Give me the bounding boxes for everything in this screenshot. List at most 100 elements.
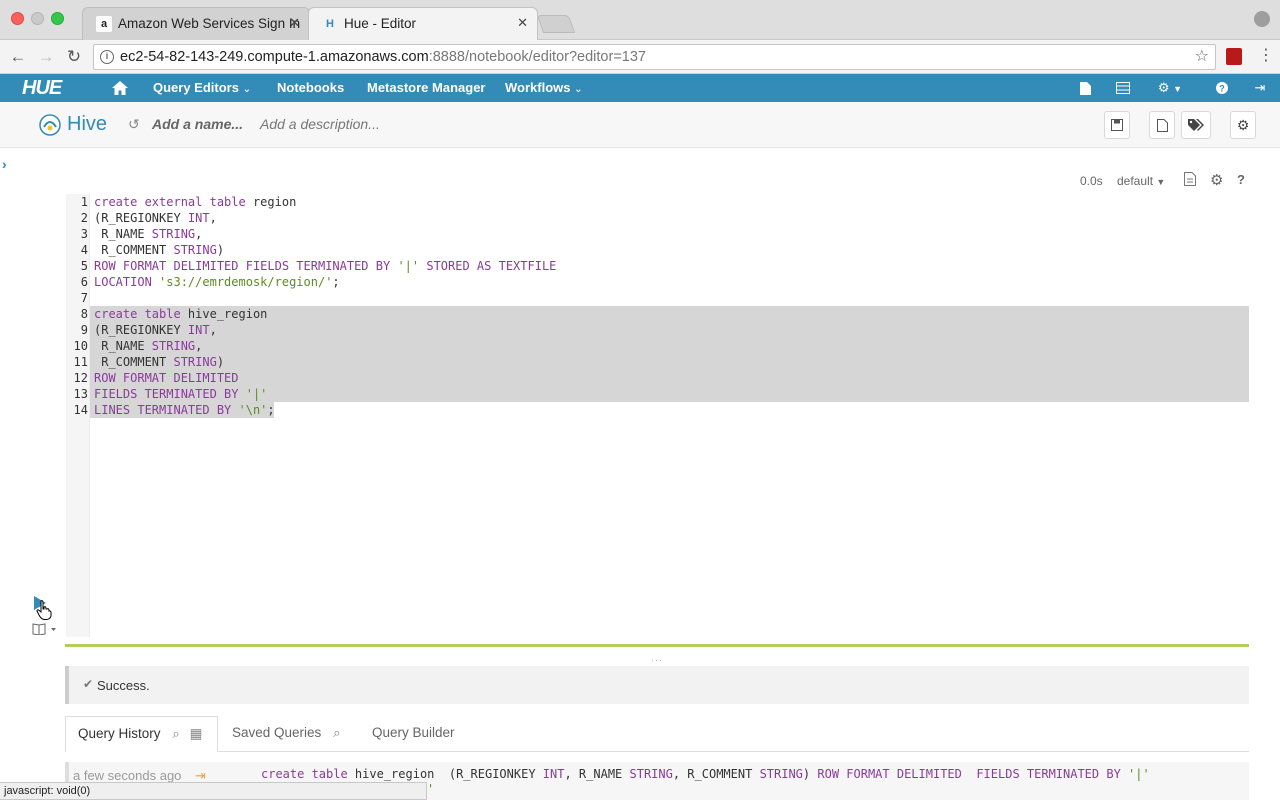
acrobat-extension-icon[interactable]	[1226, 48, 1242, 65]
line-number: 11	[73, 355, 88, 369]
nav-label: Query Editors	[153, 80, 239, 95]
result-message: ✔ Success.	[65, 666, 1249, 704]
sql-keyword: ROW FORMAT DELIMITED FIELDS TERMINATED B…	[817, 767, 1129, 781]
help-icon[interactable]: ?	[1214, 74, 1230, 102]
sql-text: )	[216, 355, 225, 369]
maximize-window-button[interactable]	[51, 12, 64, 25]
sql-keyword: LINES TERMINATED BY	[94, 403, 239, 417]
close-tab-icon[interactable]: ✕	[289, 15, 300, 31]
new-query-button[interactable]	[1149, 111, 1175, 139]
tab-saved-queries[interactable]: Saved Queries ⌕	[232, 716, 341, 752]
nav-label: Workflows	[505, 80, 571, 95]
table-icon[interactable]	[1115, 74, 1131, 102]
line-number: 4	[80, 243, 88, 257]
sql-string: '|'	[245, 387, 268, 401]
format-document-icon[interactable]	[1184, 172, 1196, 189]
code-line[interactable]: R_NAME STRING,	[94, 226, 202, 242]
history-query-text: create table hive_region (R_REGIONKEY IN…	[261, 767, 1150, 781]
home-icon[interactable]	[110, 74, 130, 102]
document-icon[interactable]	[1078, 74, 1092, 102]
browser-titlebar: a Amazon Web Services Sign In ✕ H Hue - …	[0, 0, 1280, 40]
code-line[interactable]: FIELDS TERMINATED BY '|'	[94, 386, 267, 402]
code-line[interactable]: (R_REGIONKEY INT,	[94, 322, 217, 338]
bookmark-star-icon[interactable]: ☆	[1195, 45, 1209, 69]
info-icon[interactable]: i	[100, 50, 114, 64]
floppy-disk-icon	[1111, 119, 1123, 131]
sql-text: R_COMMENT	[94, 243, 174, 257]
search-icon[interactable]: ⌕	[172, 726, 180, 741]
history-icon[interactable]: ↺	[128, 116, 140, 133]
forward-arrow-icon[interactable]: →	[35, 46, 57, 68]
code-line[interactable]: create external table region	[94, 194, 296, 210]
code-line[interactable]: (R_REGIONKEY INT,	[94, 210, 217, 226]
sql-text: R_NAME	[94, 227, 152, 241]
line-number: 3	[80, 227, 88, 241]
sql-keyword: INT	[542, 767, 565, 781]
sql-text: R_NAME	[94, 339, 152, 353]
browser-menu-icon[interactable]: ⋮	[1258, 46, 1274, 66]
editor-type-title: Hive	[67, 113, 108, 135]
new-tab-button[interactable]	[536, 15, 576, 33]
cogs-menu-icon[interactable]: ⚙ ▼	[1152, 74, 1188, 102]
sql-keyword: FIELDS TERMINATED BY	[94, 387, 246, 401]
nav-query-editors[interactable]: Query Editors ⌄	[153, 74, 251, 102]
minimize-window-button[interactable]	[31, 12, 44, 25]
query-description-field[interactable]: Add a description...	[260, 116, 380, 132]
svg-text:?: ?	[1219, 84, 1225, 94]
database-selector[interactable]: default ▼	[1117, 174, 1165, 188]
code-line[interactable]: ROW FORMAT DELIMITED	[94, 370, 239, 386]
sign-out-icon[interactable]: ⇥	[1252, 74, 1268, 102]
tab-aws-sign-in[interactable]: a Amazon Web Services Sign In ✕	[82, 7, 310, 40]
tab-query-history[interactable]: Query History ⌕ ▦	[65, 716, 218, 752]
line-number: 5	[80, 259, 88, 273]
sql-string: '|'	[397, 259, 420, 273]
code-line[interactable]: LOCATION 's3://emrdemosk/region/';	[94, 274, 340, 290]
book-icon	[32, 623, 56, 636]
tags-button[interactable]	[1181, 111, 1211, 139]
code-line[interactable]: ROW FORMAT DELIMITED FIELDS TERMINATED B…	[94, 258, 556, 274]
back-arrow-icon[interactable]: ←	[7, 46, 29, 68]
sql-keyword: STORED AS TEXTFILE	[419, 259, 557, 273]
code-line[interactable]: R_COMMENT STRING)	[94, 354, 224, 370]
sql-keyword: create table	[261, 767, 348, 781]
sql-text: ,	[209, 323, 217, 337]
sql-keyword: INT	[187, 323, 210, 337]
search-icon[interactable]: ⌕	[333, 725, 341, 740]
sql-text: hive_region	[180, 307, 268, 321]
tab-hue-editor[interactable]: H Hue - Editor ✕	[308, 7, 538, 40]
line-number: 2	[80, 211, 88, 225]
book-dropdown[interactable]	[32, 622, 56, 640]
new-document-icon	[1156, 118, 1168, 132]
resize-grip-icon[interactable]: ···	[651, 655, 663, 665]
tab-label: Saved Queries	[232, 725, 322, 740]
code-line[interactable]: create table hive_region	[94, 306, 267, 322]
calendar-icon[interactable]: ▦	[190, 726, 203, 741]
code-line[interactable]: LINES TERMINATED BY '\n';	[94, 402, 275, 418]
line-number: 14	[73, 403, 88, 417]
sql-text: , R_NAME	[564, 767, 630, 781]
reload-icon[interactable]: ↻	[63, 46, 85, 68]
address-bar[interactable]: i ec2-54-82-143-249.compute-1.amazonaws.…	[93, 44, 1216, 70]
editor-resize-bar[interactable]	[65, 644, 1249, 647]
nav-metastore-manager[interactable]: Metastore Manager	[367, 74, 485, 102]
tags-icon	[1188, 118, 1204, 131]
session-settings-button[interactable]: ⚙	[1230, 111, 1256, 139]
query-name-field[interactable]: Add a name...	[152, 116, 243, 132]
snippet-settings-icon[interactable]: ⚙	[1210, 171, 1223, 189]
profile-icon[interactable]	[1254, 11, 1270, 27]
history-query-continuation: '	[427, 782, 435, 796]
close-tab-icon[interactable]: ✕	[517, 15, 528, 31]
snippet-help-icon[interactable]: ?	[1237, 172, 1245, 187]
sql-keyword: ROW FORMAT DELIMITED	[94, 371, 239, 385]
nav-workflows[interactable]: Workflows ⌄	[505, 74, 583, 102]
line-number: 7	[80, 291, 88, 305]
tab-query-builder[interactable]: Query Builder	[372, 716, 455, 752]
hue-logo[interactable]: HUE	[22, 77, 62, 100]
code-line[interactable]: R_NAME STRING,	[94, 338, 202, 354]
sql-keyword: create table	[94, 307, 181, 321]
expand-sidebar-icon[interactable]: ›	[2, 156, 7, 172]
nav-notebooks[interactable]: Notebooks	[277, 74, 344, 102]
code-line[interactable]: R_COMMENT STRING)	[94, 242, 224, 258]
save-button[interactable]	[1104, 111, 1130, 139]
close-window-button[interactable]	[11, 12, 24, 25]
